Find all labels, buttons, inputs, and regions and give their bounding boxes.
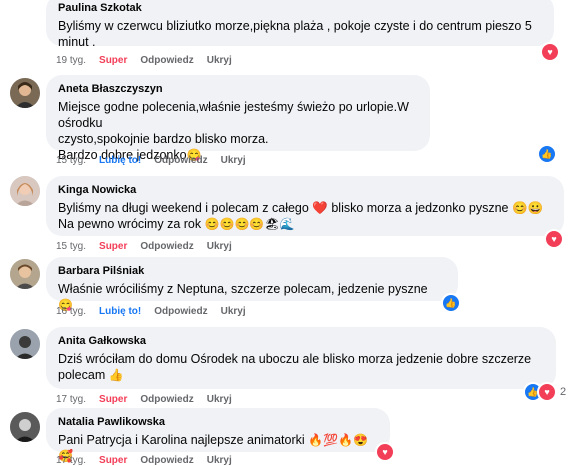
reply-button[interactable]: Odpowiedz xyxy=(154,155,207,166)
comment-actions: 17 tyg. Super Odpowiedz Ukryj xyxy=(56,394,232,405)
timestamp[interactable]: 19 tyg. xyxy=(56,55,86,66)
reaction-button[interactable]: Super xyxy=(99,241,127,252)
reply-button[interactable]: Odpowiedz xyxy=(140,55,193,66)
comment-bubble: Barbara Pilśniak Właśnie wróciliśmy z Ne… xyxy=(46,257,458,312)
hide-button[interactable]: Ukryj xyxy=(221,306,246,317)
comment-text: Miejsce godne polecenia,właśnie jesteśmy… xyxy=(58,100,409,162)
timestamp[interactable]: 17 tyg. xyxy=(56,394,86,405)
comment-author[interactable]: Paulina Szkotak xyxy=(58,1,542,15)
comment-bubble: Natalia Pawlikowska Pani Patrycja i Karo… xyxy=(46,408,390,463)
comment-bubble: Anita Gałkowska Dziś wróciłam do domu Oś… xyxy=(46,327,556,389)
hide-button[interactable]: Ukryj xyxy=(207,394,232,405)
comment-actions: 17 tyg. Super Odpowiedz Ukryj xyxy=(56,455,232,466)
timestamp[interactable]: 15 tyg. xyxy=(56,241,86,252)
comment-bubble: Kinga Nowicka Byliśmy na długi weekend i… xyxy=(46,176,564,236)
reaction-button[interactable]: Lubię to! xyxy=(99,306,141,317)
comment-author[interactable]: Kinga Nowicka xyxy=(58,183,552,197)
reply-button[interactable]: Odpowiedz xyxy=(154,306,207,317)
reaction-count[interactable]: 2 xyxy=(560,386,566,398)
hide-button[interactable]: Ukryj xyxy=(221,155,246,166)
comment-bubble: Paulina Szkotak Byliśmy w czerwcu bliziu… xyxy=(46,0,554,49)
emoji: 👍 xyxy=(108,368,124,382)
comment-text: Dziś wróciłam do domu Ośrodek na uboczu … xyxy=(58,352,532,382)
comment-text: Byliśmy na długi weekend i polecam z cał… xyxy=(58,201,544,231)
avatar[interactable] xyxy=(10,412,40,442)
avatar[interactable] xyxy=(10,329,40,359)
comment-actions: 19 tyg. Super Odpowiedz Ukryj xyxy=(56,55,232,66)
comment-actions: 15 tyg. Super Odpowiedz Ukryj xyxy=(56,241,232,252)
hide-button[interactable]: Ukryj xyxy=(207,241,232,252)
avatar[interactable] xyxy=(10,176,40,206)
comment-author[interactable]: Aneta Błaszczyszyn xyxy=(58,82,418,96)
comment-author[interactable]: Barbara Pilśniak xyxy=(58,264,446,278)
heart-icon[interactable]: ♥ xyxy=(544,229,564,249)
hide-button[interactable]: Ukryj xyxy=(207,455,232,466)
timestamp[interactable]: 15 tyg. xyxy=(56,155,86,166)
avatar[interactable] xyxy=(10,78,40,108)
comment-author[interactable]: Natalia Pawlikowska xyxy=(58,415,378,429)
heart-icon[interactable]: ♥ xyxy=(375,442,395,462)
comment-actions: 16 tyg. Lubię to! Odpowiedz Ukryj xyxy=(56,306,246,317)
timestamp[interactable]: 16 tyg. xyxy=(56,306,86,317)
timestamp[interactable]: 17 tyg. xyxy=(56,455,86,466)
reply-button[interactable]: Odpowiedz xyxy=(140,394,193,405)
heart-icon[interactable]: ♥ xyxy=(537,382,557,402)
emoji: 😊😊😊😊🏖🌊 xyxy=(204,217,295,231)
reaction-button[interactable]: Super xyxy=(99,55,127,66)
reply-button[interactable]: Odpowiedz xyxy=(140,455,193,466)
thumb-icon[interactable]: 👍 xyxy=(441,293,461,313)
comment-author[interactable]: Anita Gałkowska xyxy=(58,334,544,348)
reaction-button[interactable]: Lubię to! xyxy=(99,155,141,166)
reaction-button[interactable]: Super xyxy=(99,394,127,405)
comment-text: Byliśmy w czerwcu bliziutko morze,piękna… xyxy=(58,19,532,49)
reply-button[interactable]: Odpowiedz xyxy=(140,241,193,252)
comment-actions: 15 tyg. Lubię to! Odpowiedz Ukryj xyxy=(56,155,246,166)
heart-icon[interactable]: ♥ xyxy=(540,42,560,62)
hide-button[interactable]: Ukryj xyxy=(207,55,232,66)
comment-bubble: Aneta Błaszczyszyn Miejsce godne polecen… xyxy=(46,75,430,162)
thumb-icon[interactable]: 👍 xyxy=(537,144,557,164)
reaction-button[interactable]: Super xyxy=(99,455,127,466)
avatar[interactable] xyxy=(10,259,40,289)
